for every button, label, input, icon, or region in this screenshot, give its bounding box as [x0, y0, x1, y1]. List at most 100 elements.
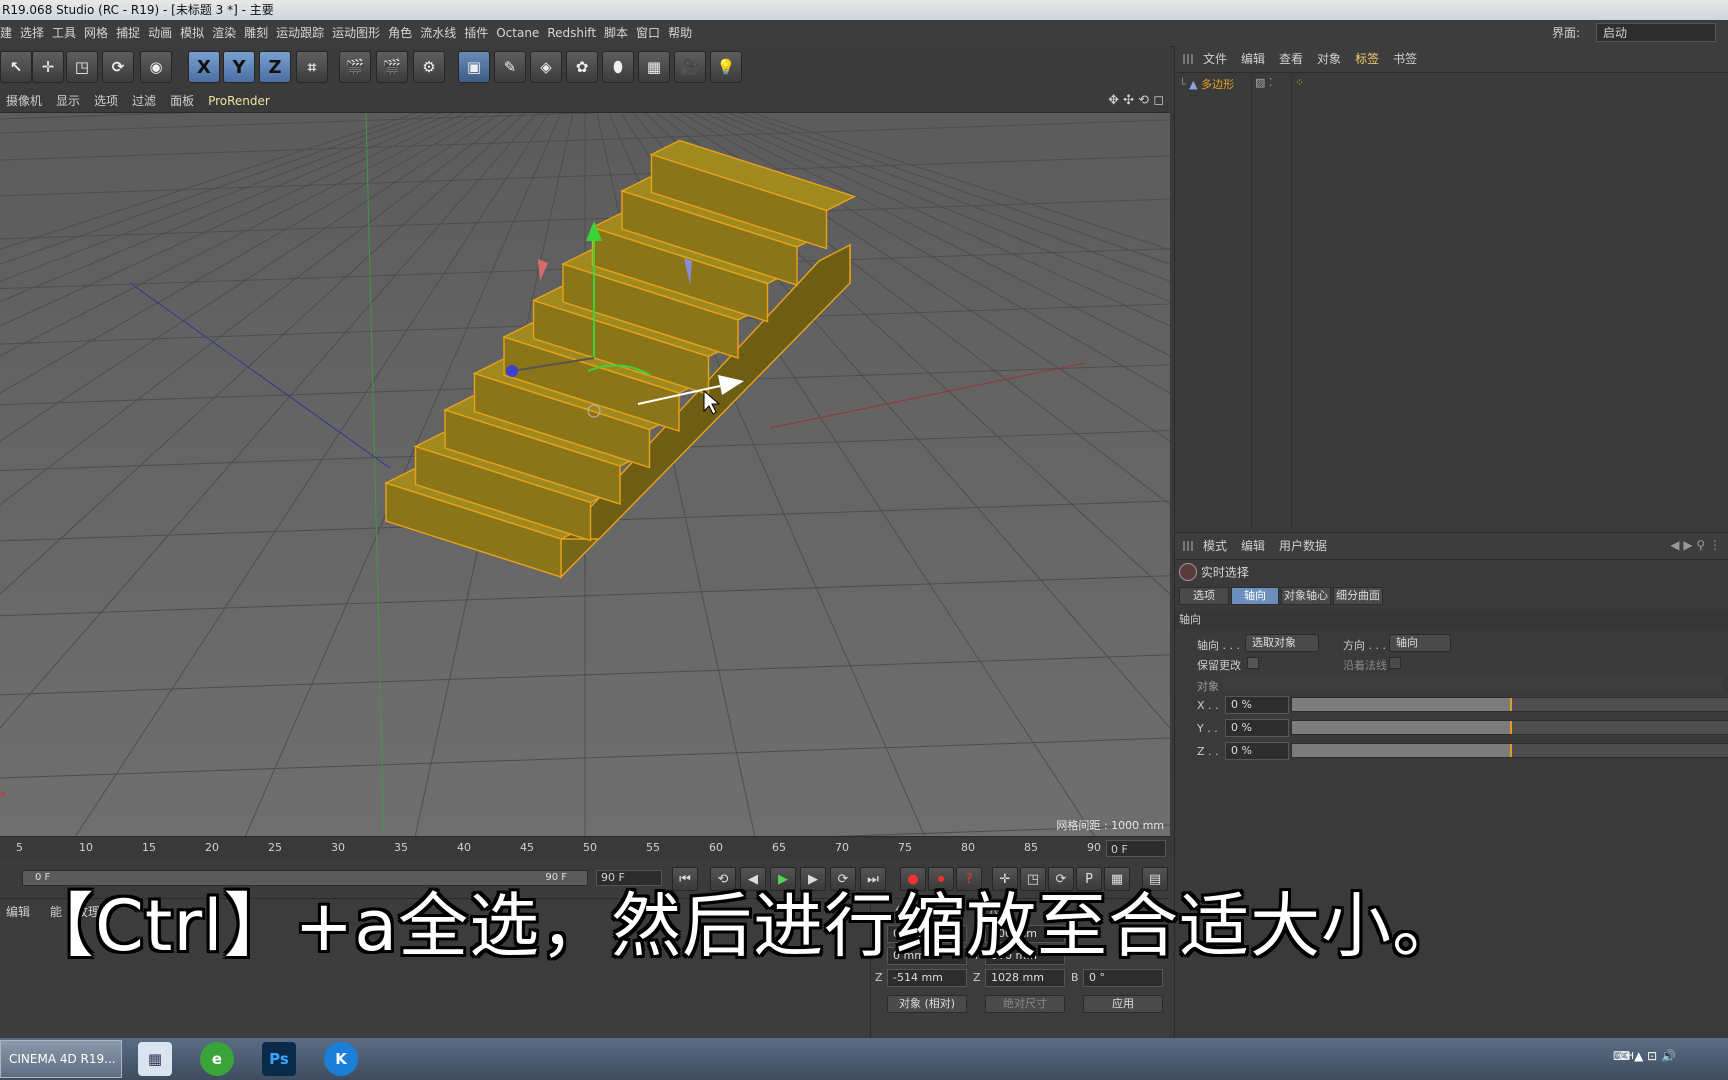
light-icon[interactable]: 💡 [710, 51, 742, 83]
menu-item-8[interactable]: 雕刻 [244, 20, 276, 46]
along-normal-checkbox[interactable] [1389, 657, 1401, 669]
om-menu-2[interactable]: 查看 [1279, 46, 1303, 72]
keep-changes-checkbox[interactable] [1247, 657, 1259, 669]
attr-tab-0[interactable]: 选项 [1179, 587, 1229, 605]
move-tool[interactable]: ✛ [32, 51, 64, 83]
cloner-icon[interactable]: ✿ [566, 51, 598, 83]
nav-back-forward-icon[interactable]: ◀ ▶ ⚲ ⋮ [1670, 538, 1721, 552]
coord-mode-select[interactable]: 对象 (相对) [887, 995, 967, 1013]
om-menu-4[interactable]: 标签 [1355, 46, 1379, 72]
timeline-tick-90: 90 [1087, 841, 1101, 854]
size-mode-select[interactable]: 绝对尺寸 [985, 995, 1065, 1013]
menu-item-15[interactable]: Redshift [547, 20, 604, 46]
render-view-icon[interactable]: 🎬 [339, 51, 371, 83]
menu-item-14[interactable]: Octane [496, 20, 547, 46]
viewport-menu-2[interactable]: 选项 [94, 90, 118, 112]
browser-icon[interactable]: e [200, 1042, 234, 1076]
menu-item-16[interactable]: 脚本 [604, 20, 636, 46]
menu-item-18[interactable]: 帮助 [668, 20, 700, 46]
gizmo-z-handle[interactable] [506, 365, 518, 377]
kugou-icon[interactable]: K [324, 1042, 358, 1076]
menu-item-13[interactable]: 插件 [464, 20, 496, 46]
direction-select[interactable]: 轴向 [1389, 634, 1451, 652]
tray-icons[interactable]: ⌨ ▲ ⊡ 🔊 [1613, 1049, 1676, 1063]
menu-item-3[interactable]: 网格 [84, 20, 116, 46]
menu-item-1[interactable]: 选择 [20, 20, 52, 46]
menu-item-11[interactable]: 角色 [388, 20, 420, 46]
viewport-menu-3[interactable]: 过滤 [132, 90, 156, 112]
scale-tool[interactable]: ◳ [66, 51, 98, 83]
timeline-ruler[interactable]: 5 10 15 20 25 30 35 40 45 50 55 60 65 70 75 80 85 90 0 F [0, 836, 1170, 861]
cube-object-icon[interactable]: ▣ [458, 51, 490, 83]
axis-select[interactable]: 选取对象 [1245, 634, 1319, 652]
z-axis-lock[interactable]: Z [259, 51, 291, 83]
column-divider-2 [1291, 72, 1292, 530]
camera-icon[interactable]: 🎥 [674, 51, 706, 83]
rotate-tool[interactable]: ⟳ [102, 51, 134, 83]
viewport-menu-5[interactable]: ProRender [208, 90, 270, 112]
menu-item-10[interactable]: 运动图形 [332, 20, 388, 46]
apply-button[interactable]: 应用 [1083, 995, 1163, 1013]
viewport-menu-4[interactable]: 面板 [170, 90, 194, 112]
layout-select[interactable]: 启动 [1596, 23, 1716, 42]
object-link-field[interactable] [1223, 675, 1723, 691]
x-axis-lock[interactable]: X [188, 51, 220, 83]
z-slider[interactable] [1291, 743, 1728, 758]
panel-grip-icon[interactable] [1183, 54, 1195, 64]
om-menu-5[interactable]: 书签 [1393, 46, 1417, 72]
visibility-toggle-icon[interactable]: ▨ ⁚ [1255, 76, 1272, 89]
section-header: 轴向 [1175, 611, 1728, 629]
menu-item-2[interactable]: 工具 [52, 20, 84, 46]
polygon-object-icon: ▲ [1189, 78, 1198, 91]
size-z-field[interactable]: 1028 mm [985, 969, 1065, 987]
menu-item-4[interactable]: 捕捉 [116, 20, 148, 46]
attr-tab-2[interactable]: 对象轴心 [1281, 587, 1331, 605]
coordinate-system-icon[interactable]: ⌗ [296, 51, 328, 83]
live-select-icon[interactable]: ◉ [140, 51, 172, 83]
photoshop-icon[interactable]: Ps [262, 1042, 296, 1076]
menu-item-9[interactable]: 运动跟踪 [276, 20, 332, 46]
deformer-icon[interactable]: ⬮ [602, 51, 634, 83]
x-percent-field[interactable]: 0 % [1225, 696, 1289, 714]
current-frame-field[interactable]: 0 F [1106, 840, 1166, 857]
floor-object-icon[interactable]: ▦ [638, 51, 670, 83]
z-percent-field[interactable]: 0 % [1225, 742, 1289, 760]
subdivision-surface-icon[interactable]: ◈ [530, 51, 562, 83]
select-arrow-tool[interactable]: ↖ [0, 51, 32, 83]
menu-item-0[interactable]: 建 [0, 20, 20, 46]
menu-item-6[interactable]: 模拟 [180, 20, 212, 46]
menu-item-17[interactable]: 窗口 [636, 20, 668, 46]
y-slider[interactable] [1291, 720, 1728, 735]
y-axis-lock[interactable]: Y [223, 51, 255, 83]
am-menu-1[interactable]: 编辑 [1241, 533, 1265, 559]
object-row[interactable]: └ ▲ 多边形 [1179, 76, 1253, 94]
am-menu-0[interactable]: 模式 [1203, 533, 1227, 559]
menu-item-12[interactable]: 流水线 [420, 20, 464, 46]
pen-spline-icon[interactable]: ✎ [494, 51, 526, 83]
viewport-menu-1[interactable]: 显示 [56, 90, 80, 112]
rotation-b-field[interactable]: 0 ° [1083, 969, 1163, 987]
3d-viewport[interactable]: x 网格间距 : 1000 mm [0, 112, 1170, 837]
viewport-menu-0[interactable]: 摄像机 [6, 90, 42, 112]
window-title: R19.068 Studio (RC - R19) - [未标题 3 *] - … [2, 3, 274, 17]
render-picture-viewer-icon[interactable]: 🎬 [376, 51, 408, 83]
om-menu-1[interactable]: 编辑 [1241, 46, 1265, 72]
om-menu-3[interactable]: 对象 [1317, 46, 1341, 72]
position-z-field[interactable]: -514 mm [887, 969, 967, 987]
menu-item-7[interactable]: 渲染 [212, 20, 244, 46]
calculator-icon[interactable]: ▦ [138, 1042, 172, 1076]
tag-icon[interactable]: ⁘ [1295, 76, 1304, 89]
attr-tab-3[interactable]: 细分曲面 [1333, 587, 1383, 605]
panel-grip-icon-2[interactable] [1183, 541, 1195, 551]
menu-item-5[interactable]: 动画 [148, 20, 180, 46]
render-settings-icon[interactable]: ⚙ [413, 51, 445, 83]
timeline-tick-15: 15 [142, 841, 156, 854]
am-menu-2[interactable]: 用户数据 [1279, 533, 1327, 559]
attr-tab-1[interactable]: 轴向 [1231, 587, 1279, 605]
om-menu-0[interactable]: 文件 [1203, 46, 1227, 72]
x-slider[interactable] [1291, 697, 1728, 712]
y-percent-field[interactable]: 0 % [1225, 719, 1289, 737]
taskbar-cinema4d-button[interactable]: CINEMA 4D R19... [0, 1040, 122, 1078]
viewport-nav-icons[interactable]: ✥ ✣ ⟲ ◻ [1108, 93, 1164, 108]
window-title-bar: R19.068 Studio (RC - R19) - [未标题 3 *] - … [0, 0, 1728, 20]
